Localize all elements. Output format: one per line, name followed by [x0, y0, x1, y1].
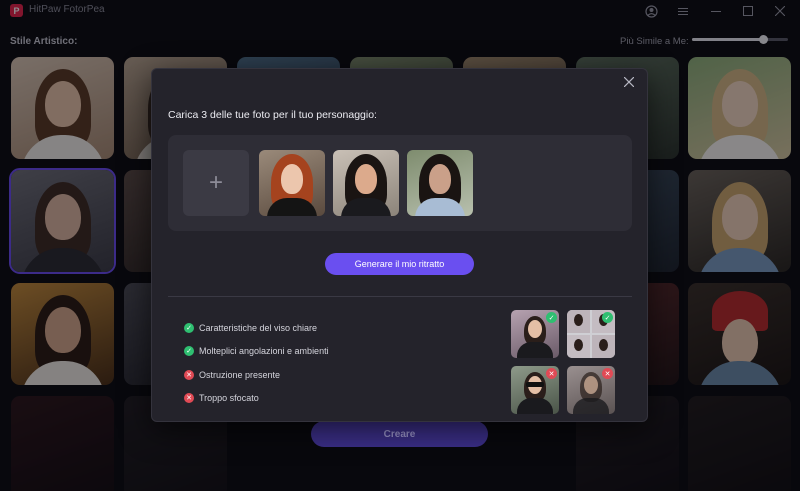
check-icon: ✓ — [546, 312, 557, 323]
similarity-slider[interactable] — [692, 38, 788, 41]
cross-icon: ✕ — [184, 370, 194, 380]
check-icon: ✓ — [184, 346, 194, 356]
uploaded-photo[interactable] — [333, 150, 399, 216]
cross-icon: ✕ — [184, 393, 194, 403]
tip-item: ✓ Caratteristiche del viso chiare — [184, 321, 317, 335]
cross-icon: ✕ — [546, 368, 557, 379]
tip-item: ✕ Troppo sfocato — [184, 391, 259, 405]
generate-portrait-button[interactable]: Generare il mio ritratto — [325, 253, 474, 275]
cross-icon: ✕ — [602, 368, 613, 379]
upload-area: + — [168, 135, 632, 231]
close-icon[interactable] — [772, 3, 788, 19]
menu-icon[interactable] — [675, 3, 691, 19]
minimize-icon[interactable] — [708, 3, 724, 19]
maximize-icon[interactable] — [740, 3, 756, 19]
similarity-slider-thumb[interactable] — [758, 35, 768, 44]
style-card[interactable] — [688, 283, 791, 385]
style-card[interactable] — [688, 170, 791, 272]
style-card-selected[interactable] — [9, 168, 116, 274]
dialog-close-icon[interactable] — [621, 74, 637, 90]
bad-example-image: ✕ — [511, 366, 559, 414]
style-section-label: Stile Artistico: — [10, 36, 78, 47]
tip-item: ✓ Molteplici angolazioni e ambienti — [184, 344, 329, 358]
tip-text: Troppo sfocato — [199, 393, 259, 403]
style-card[interactable] — [11, 396, 114, 491]
create-button[interactable]: Creare — [311, 421, 488, 447]
bad-example-image: ✕ — [567, 366, 615, 414]
style-card[interactable] — [11, 57, 114, 159]
good-example-image: ✓ — [511, 310, 559, 358]
add-photo-button[interactable]: + — [183, 150, 249, 216]
upload-dialog: Carica 3 delle tue foto per il tuo perso… — [151, 68, 648, 422]
tip-text: Caratteristiche del viso chiare — [199, 323, 318, 333]
divider — [168, 296, 632, 297]
upload-prompt: Carica 3 delle tue foto per il tuo perso… — [168, 109, 377, 121]
title-bar: P HitPaw FotorPea — [0, 0, 800, 22]
similarity-slider-fill — [692, 38, 764, 41]
check-icon: ✓ — [602, 312, 613, 323]
style-card[interactable] — [688, 396, 791, 491]
good-example-grid: ✓ — [567, 310, 615, 358]
tip-item: ✕ Ostruzione presente — [184, 368, 280, 382]
check-icon: ✓ — [184, 323, 194, 333]
style-card[interactable] — [688, 57, 791, 159]
tip-text: Molteplici angolazioni e ambienti — [199, 346, 329, 356]
profile-icon[interactable] — [643, 3, 659, 19]
tip-text: Ostruzione presente — [199, 370, 281, 380]
style-card[interactable] — [11, 283, 114, 385]
similarity-label: Più Simile a Me: — [620, 36, 689, 47]
uploaded-photo[interactable] — [407, 150, 473, 216]
app-logo: P — [10, 4, 23, 17]
app-title: HitPaw FotorPea — [29, 4, 105, 15]
uploaded-photo[interactable] — [259, 150, 325, 216]
